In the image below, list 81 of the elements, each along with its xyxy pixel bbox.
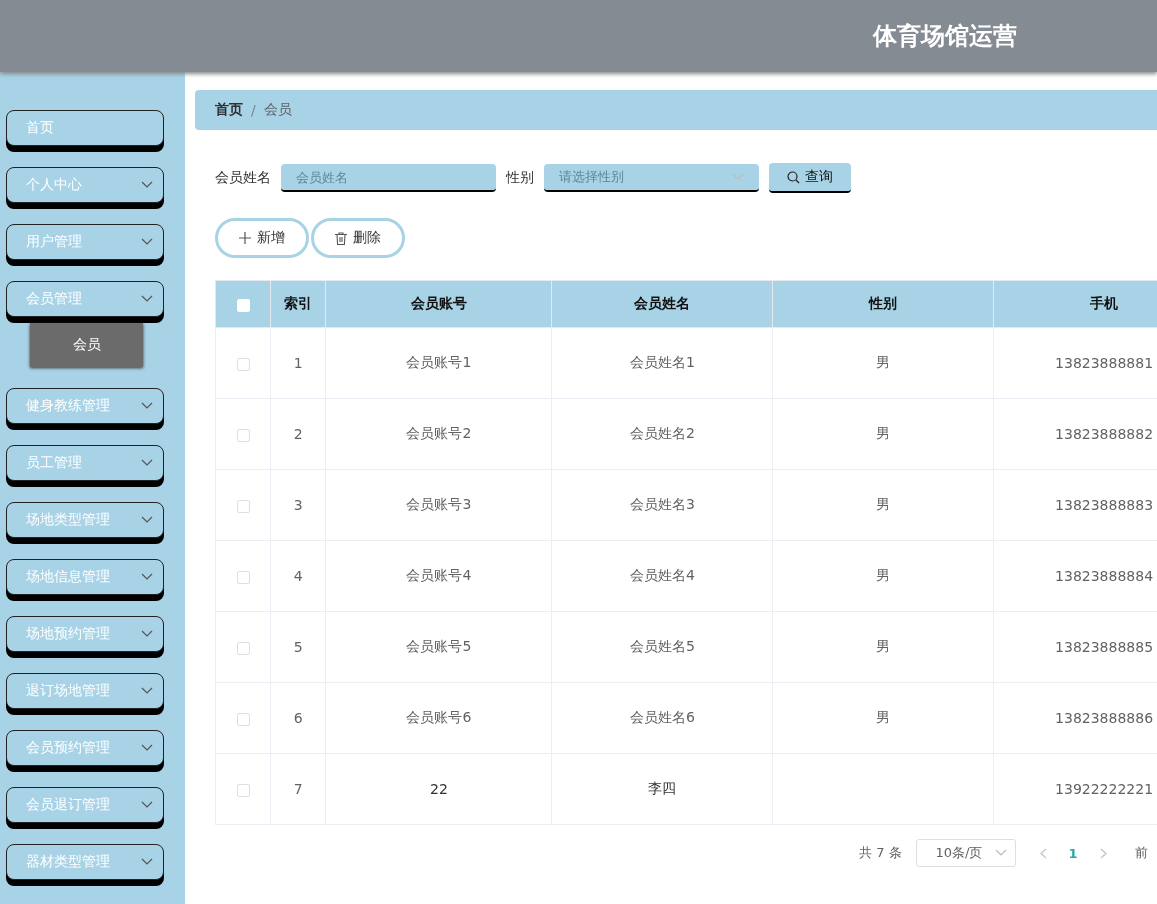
row-checkbox[interactable] bbox=[236, 570, 250, 584]
table-cell: 会员账号5 bbox=[406, 638, 472, 654]
table-cell: 李四 bbox=[648, 780, 677, 796]
table-cell: 会员姓名4 bbox=[629, 567, 695, 583]
table-cell: 2 bbox=[293, 426, 303, 442]
total-count: 共 7 条 bbox=[859, 844, 902, 862]
chevron-down-icon bbox=[141, 858, 153, 866]
table-cell: 7 bbox=[293, 781, 303, 797]
column-header: 会员账号 bbox=[325, 280, 552, 328]
row-checkbox[interactable] bbox=[236, 641, 250, 655]
page-size-select[interactable]: 10条/页 bbox=[915, 839, 1016, 867]
table-cell: 会员姓名2 bbox=[629, 425, 695, 441]
page-number[interactable]: 1 bbox=[1064, 845, 1082, 861]
table-cell: 会员账号1 bbox=[406, 354, 472, 370]
chevron-down-icon bbox=[141, 630, 153, 638]
table-cell: 会员姓名1 bbox=[629, 354, 695, 370]
table-cell: 男 bbox=[876, 354, 891, 370]
chevron-down-icon bbox=[141, 744, 153, 752]
row-checkbox[interactable] bbox=[236, 428, 250, 442]
table-cell: 会员姓名5 bbox=[629, 638, 695, 654]
table-cell: 13823888881 bbox=[1055, 355, 1154, 371]
breadcrumb-link[interactable]: 首页 bbox=[215, 101, 243, 119]
chevron-down-icon bbox=[141, 573, 153, 581]
plus-icon bbox=[239, 232, 251, 244]
table-cell: 13823888883 bbox=[1055, 497, 1154, 513]
table-cell: 4 bbox=[293, 568, 303, 584]
field-label: 会员姓名 bbox=[215, 169, 271, 187]
column-header: 性别 bbox=[772, 280, 994, 328]
chevron-right-icon[interactable] bbox=[1099, 847, 1107, 859]
table-cell: 13823888885 bbox=[1055, 639, 1154, 655]
column-header: 手机 bbox=[993, 280, 1157, 328]
trash-icon bbox=[335, 231, 347, 245]
table-cell: 会员姓名3 bbox=[629, 496, 695, 512]
breadcrumb-separator: / bbox=[251, 102, 256, 118]
table-cell: 会员姓名6 bbox=[629, 709, 695, 725]
table-cell: 1 bbox=[293, 355, 303, 371]
table-cell: 男 bbox=[876, 496, 891, 512]
table-cell: 男 bbox=[876, 709, 891, 725]
table-cell: 22 bbox=[430, 781, 448, 797]
row-checkbox[interactable] bbox=[236, 357, 250, 371]
table-cell: 男 bbox=[876, 567, 891, 583]
name-input-field[interactable]: 会员姓名 bbox=[281, 164, 496, 192]
select-all-checkbox[interactable] bbox=[236, 298, 250, 312]
chevron-down-icon bbox=[141, 181, 153, 189]
chevron-down-icon bbox=[994, 849, 1007, 857]
add-button[interactable]: 新增 bbox=[215, 218, 309, 258]
field-label: 性别 bbox=[506, 169, 534, 187]
row-checkbox[interactable] bbox=[236, 499, 250, 513]
table-cell: 男 bbox=[876, 638, 891, 654]
search-icon bbox=[787, 170, 800, 184]
table-cell: 会员账号3 bbox=[406, 496, 472, 512]
chevron-down-icon bbox=[141, 516, 153, 524]
submenu-item[interactable]: 会员 bbox=[30, 323, 143, 367]
table-cell: 13823888884 bbox=[1055, 568, 1154, 584]
delete-button[interactable]: 删除 bbox=[311, 218, 405, 258]
chevron-left-icon[interactable] bbox=[1039, 847, 1047, 859]
chevron-down-icon bbox=[141, 687, 153, 695]
chevron-down-icon bbox=[732, 173, 744, 181]
chevron-down-icon bbox=[141, 459, 153, 467]
goto-label: 前 bbox=[1134, 844, 1148, 862]
table-cell: 6 bbox=[293, 710, 303, 726]
table-cell: 3 bbox=[293, 497, 303, 513]
app-title: 体育场馆运营 bbox=[873, 21, 1017, 52]
chevron-down-icon bbox=[141, 238, 153, 246]
table-cell: 13823888882 bbox=[1055, 426, 1154, 442]
table-cell: 13823888886 bbox=[1055, 710, 1154, 726]
table-cell: 会员账号4 bbox=[406, 567, 472, 583]
table-cell: 会员账号6 bbox=[406, 709, 472, 725]
row-checkbox[interactable] bbox=[236, 712, 250, 726]
chevron-down-icon bbox=[141, 295, 153, 303]
chevron-down-icon bbox=[141, 402, 153, 410]
table-cell: 男 bbox=[876, 425, 891, 441]
column-header: 会员姓名 bbox=[551, 280, 773, 328]
search-button[interactable]: 查询 bbox=[769, 163, 851, 193]
table-cell: 会员账号2 bbox=[406, 425, 472, 441]
gender-select[interactable]: 请选择性别 bbox=[544, 164, 759, 192]
column-header: 索引 bbox=[270, 280, 326, 328]
chevron-down-icon bbox=[141, 801, 153, 809]
row-checkbox[interactable] bbox=[236, 783, 250, 797]
table-cell: 13922222221 bbox=[1055, 781, 1154, 797]
table-cell: 5 bbox=[293, 639, 303, 655]
